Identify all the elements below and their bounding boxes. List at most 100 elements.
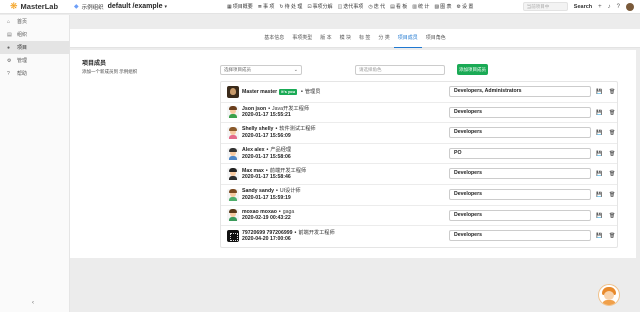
sidebar-item-icon: ⌂ (7, 18, 11, 25)
subnav-tab-3[interactable]: 模 块 (336, 29, 355, 48)
nav-stats[interactable]: ▥统 计 (412, 3, 429, 10)
save-icon[interactable]: 💾 (596, 233, 602, 239)
nav-charts-label: 图 表 (440, 4, 452, 10)
nav-summary-icon: ▦ (227, 4, 232, 10)
subnav-tab-7[interactable]: 项目角色 (422, 29, 450, 48)
subnav-tab-0[interactable]: 基本信息 (260, 29, 288, 48)
separator-dot: • (275, 126, 278, 133)
member-role: 管理员 (304, 88, 321, 95)
member-role-field[interactable]: Developers (449, 188, 591, 200)
save-icon[interactable]: 💾 (596, 110, 602, 116)
member-info: Alex alex • 产品经理 2020-01-17 15:58:06 (242, 147, 291, 160)
save-icon[interactable]: 💾 (596, 151, 602, 157)
member-date: 2020-01-17 15:55:21 (242, 112, 291, 119)
member-role-field[interactable]: Developers (449, 168, 591, 180)
member-avatar (227, 209, 239, 222)
sidebar-item-3[interactable]: ⚙ 管理 (0, 54, 69, 67)
save-icon[interactable]: 💾 (596, 171, 602, 177)
subnav-tab-1[interactable]: 事项类型 (288, 29, 316, 48)
separator-dot: • (294, 229, 297, 236)
nav-sprints[interactable]: ◷迭 代 (368, 3, 385, 10)
plus-icon[interactable]: + (598, 4, 602, 10)
delete-icon[interactable]: 🗑 (609, 151, 615, 157)
user-avatar[interactable] (626, 2, 634, 11)
member-avatar (227, 147, 239, 160)
delete-icon[interactable]: 🗑 (609, 89, 615, 95)
delete-icon[interactable]: 🗑 (609, 110, 615, 116)
save-icon[interactable]: 💾 (596, 213, 602, 219)
app-logo[interactable]: ❋ MasterLab (0, 1, 62, 12)
sidebar-item-label: 管理 (17, 58, 28, 64)
member-name: moxao moxao (242, 208, 277, 215)
nav-kanban-label: 看 板 (395, 4, 408, 10)
nav-issues[interactable]: ≣事 项 (258, 3, 275, 10)
member-avatar (227, 126, 239, 139)
app-name: MasterLab (20, 2, 59, 11)
nav-kanban[interactable]: ▤看 板 (390, 3, 407, 10)
members-list: Master master It's you • 管理员 Developers, Adm… (220, 81, 618, 248)
member-date: 2020-01-17 15:58:46 (242, 174, 291, 181)
assistant-avatar[interactable] (598, 284, 620, 306)
delete-icon[interactable]: 🗑 (609, 171, 615, 177)
member-name: Alex alex (242, 147, 265, 154)
collapse-sidebar-icon[interactable]: ‹ (32, 300, 34, 306)
save-icon[interactable]: 💾 (596, 130, 602, 136)
member-role-field[interactable]: Developers, Administrators (449, 86, 591, 97)
role-select[interactable]: 请选择角色 (355, 65, 445, 75)
you-badge: It's you (279, 88, 298, 95)
nav-summary-label: 项目概要 (232, 4, 253, 10)
sidebar-item-1[interactable]: ▤ 组织 (0, 28, 69, 41)
help-icon[interactable]: ? (617, 4, 620, 10)
nav-breakdown[interactable]: ⊡事项分解 (307, 3, 332, 10)
subnav-tab-4[interactable]: 标 签 (355, 29, 374, 48)
member-name-line: Master master It's you • 管理员 (242, 88, 321, 96)
member-row: moxao moxao • gaga 2020-02-19 00:43:22 Devel… (221, 206, 617, 227)
member-row: Shelly shelly • 软件测试工程师 2020-01-17 15:56:09… (221, 123, 617, 144)
member-name: Shelly shelly (242, 126, 274, 133)
save-icon[interactable]: 💾 (596, 192, 602, 198)
subnav-tab-5[interactable]: 分 类 (374, 29, 393, 48)
nav-issues-icon: ≣ (257, 4, 262, 10)
member-select[interactable]: 选择项目成员 ⌄ (220, 65, 302, 75)
settings-subnav: 基本信息 事项类型版 本模 块标 签分 类项目成员 项目角色 (70, 29, 640, 48)
subnav-tab-6[interactable]: 项目成员 (393, 29, 422, 48)
search-input[interactable]: 当前项目中 (522, 2, 568, 11)
section-title: 项目成员 (82, 61, 107, 67)
nav-sprint-issues[interactable]: ◫迭代事项 (338, 3, 364, 10)
member-row: Json json • Java开发工程师 2020-01-17 15:55:21 De… (221, 103, 617, 124)
member-role-field[interactable]: Developers (449, 209, 591, 221)
delete-icon[interactable]: 🗑 (609, 233, 615, 239)
nav-charts[interactable]: ▨图 表 (434, 3, 451, 10)
subnav-tab-2[interactable]: 版 本 (316, 29, 335, 48)
bell-icon[interactable]: ♪ (608, 4, 611, 10)
search-button[interactable]: Search (574, 4, 592, 10)
section-description: 添加一个新成员到 示例组织 (82, 69, 138, 74)
sidebar-item-label: 项目 (17, 45, 28, 51)
top-right-tools: 当前项目中 Search + ♪ ? (522, 2, 634, 11)
project-switcher[interactable]: ◆ 示例组织 default /example ▾ (74, 3, 167, 11)
member-date: 2020-01-17 15:58:06 (242, 153, 291, 160)
save-icon[interactable]: 💾 (596, 89, 602, 95)
nav-backlog[interactable]: ↻待 处 理 (279, 3, 302, 10)
add-member-button[interactable]: 添加项目成员 (457, 64, 488, 75)
butterfly-logo-icon: ❋ (10, 1, 18, 11)
member-info: Json json • Java开发工程师 2020-01-17 15:55:21 (242, 106, 309, 119)
sidebar-item-4[interactable]: ? 帮助 (0, 67, 69, 80)
nav-settings[interactable]: ⚙设 置 (456, 3, 473, 10)
member-role-field[interactable]: Developers (449, 106, 591, 118)
sidebar-item-0[interactable]: ⌂ 首页 (0, 15, 69, 28)
member-role-field[interactable]: Developers (449, 230, 591, 242)
member-info: Max max • 前端开发工程师 2020-01-17 15:58:46 (242, 168, 306, 181)
member-role-field[interactable]: Developers (449, 127, 591, 139)
member-row: Sandy sandy • UI设计师 2020-01-17 15:59:19 Deve… (221, 185, 617, 206)
sidebar-item-2[interactable]: ● 项目 (0, 41, 69, 54)
member-role-field[interactable]: PO (449, 147, 591, 159)
separator-dot: • (276, 188, 278, 195)
delete-icon[interactable]: 🗑 (609, 192, 615, 198)
delete-icon[interactable]: 🗑 (609, 213, 615, 219)
member-info: moxao moxao • gaga 2020-02-19 00:43:22 (242, 209, 294, 222)
sidebar-item-label: 首页 (17, 19, 28, 25)
nav-summary[interactable]: ▦项目概要 (227, 3, 253, 10)
member-avatar (227, 106, 239, 119)
delete-icon[interactable]: 🗑 (609, 130, 615, 136)
